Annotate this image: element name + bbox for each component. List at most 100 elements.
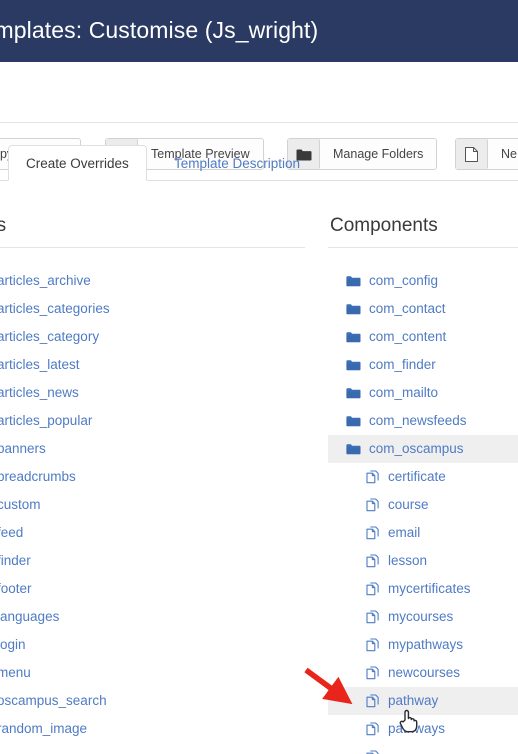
module-list-item[interactable]: d_articles_news [0,379,305,407]
module-list-item-label: d_articles_categories [0,301,110,317]
component-folder-label: com_content [369,329,447,345]
component-file-label: certificate [388,469,446,485]
file-icon [366,694,380,708]
component-file-item[interactable]: mycertificates [328,575,518,603]
file-icon [366,638,380,652]
component-file-item[interactable]: pathways [328,715,518,743]
component-folder-label: com_config [369,273,439,289]
component-folder-item[interactable]: com_config [328,267,518,295]
component-file-item[interactable]: certificate [328,463,518,491]
file-icon [366,470,380,484]
module-list-item-label: d_login [0,637,26,653]
module-list-item[interactable]: d_finder [0,547,305,575]
new-file-button[interactable]: Ne [455,138,518,170]
manage-folders-label: Manage Folders [320,139,437,169]
component-folder-label: com_newsfeeds [369,413,467,429]
component-file-item[interactable]: lesson [328,547,518,575]
component-file-item[interactable] [328,743,518,754]
component-file-item[interactable]: newcourses [328,659,518,687]
module-list-item[interactable]: d_breadcrumbs [0,463,305,491]
component-file-label: pathways [388,721,446,737]
module-list-item-label: d_random_image [0,721,88,737]
component-file-item[interactable]: mypathways [328,631,518,659]
file-icon [366,666,380,680]
component-folder-item[interactable]: com_oscampus [328,435,518,463]
folder-icon [346,303,361,315]
module-list-item-label: d_articles_news [0,385,79,401]
module-list-item-label: d_footer [0,581,32,597]
folder-icon [346,331,361,343]
component-file-item[interactable]: mycourses [328,603,518,631]
page-header: Templates: Customise (Js_wright) [0,0,518,62]
folder-icon [346,387,361,399]
file-icon [366,722,380,736]
component-folder-item[interactable]: com_mailto [328,379,518,407]
module-list-item-label: d_feed [0,525,24,541]
component-folder-label: com_finder [369,357,436,373]
left-column-heading: es [0,215,7,236]
module-list-item[interactable]: d_articles_category [0,323,305,351]
folder-icon [346,415,361,427]
component-file-item[interactable]: email [328,519,518,547]
module-list-item[interactable]: d_languages [0,603,305,631]
file-icon [366,498,380,512]
component-file-item[interactable]: pathway [328,687,518,715]
right-column-divider [328,247,518,248]
toolbar: Copy Template Template Preview Manage Fo… [0,62,518,170]
right-column-heading: Components [330,215,438,236]
components-tree: com_config com_contact com_content com_find… [328,267,518,754]
template-customise-page: Templates: Customise (Js_wright) Copy Te… [0,0,518,754]
module-list-item[interactable]: d_articles_popular [0,407,305,435]
module-list-item[interactable]: d_articles_archive [0,267,305,295]
tab-template-description[interactable]: Template Description [157,145,317,181]
module-list-item-label: d_menu [0,665,31,681]
module-list-item-label: d_articles_latest [0,357,80,373]
module-list-item-label: d_custom [0,497,41,513]
module-list-item[interactable]: d_articles_latest [0,351,305,379]
component-file-label: mycourses [388,609,454,625]
file-icon [366,526,380,540]
module-list-item[interactable]: d_custom [0,491,305,519]
component-file-label: email [388,525,421,541]
component-folder-item[interactable]: com_newsfeeds [328,407,518,435]
component-file-label: mypathways [388,637,464,653]
component-folder-label: com_contact [369,301,446,317]
tab-create-overrides[interactable]: Create Overrides [8,145,147,181]
module-list-item-label: d_languages [0,609,60,625]
module-list-item-label: d_banners [0,441,46,457]
file-icon [366,582,380,596]
component-file-label: lesson [388,553,428,569]
component-folder-label: com_oscampus [369,441,464,457]
left-column-divider [0,247,305,248]
module-list-item[interactable]: d_footer [0,575,305,603]
module-list-item[interactable]: d_menu [0,659,305,687]
component-file-label: pathway [388,693,439,709]
folder-icon [346,359,361,371]
component-folder-item[interactable]: com_finder [328,351,518,379]
module-list-item[interactable]: d_banners [0,435,305,463]
component-file-label: mycertificates [388,581,471,597]
module-list-item[interactable]: d_feed [0,519,305,547]
page-title: Templates: Customise (Js_wright) [0,17,319,43]
component-file-label: course [388,497,429,513]
component-folder-label: com_mailto [369,385,439,401]
tab-create-overrides-label: Create Overrides [26,155,129,171]
component-folder-item[interactable]: com_contact [328,295,518,323]
folder-icon [346,275,361,287]
module-list-item-label: d_articles_category [0,329,100,345]
module-list-item[interactable]: d_random_image [0,715,305,743]
new-file-label: Ne [488,139,518,169]
module-list-item[interactable]: d_login [0,631,305,659]
module-list-item-label: d_breadcrumbs [0,469,76,485]
module-list-item-label: d_finder [0,553,31,569]
tab-template-description-label: Template Description [174,155,301,171]
module-list-item[interactable]: d_oscampus_search [0,687,305,715]
module-list-item-label: d_articles_popular [0,413,93,429]
file-icon [366,554,380,568]
component-file-label: newcourses [388,665,461,681]
file-icon [366,610,380,624]
module-list-item-label: d_articles_archive [0,273,91,289]
component-file-item[interactable]: course [328,491,518,519]
component-folder-item[interactable]: com_content [328,323,518,351]
module-list-item[interactable]: d_articles_categories [0,295,305,323]
